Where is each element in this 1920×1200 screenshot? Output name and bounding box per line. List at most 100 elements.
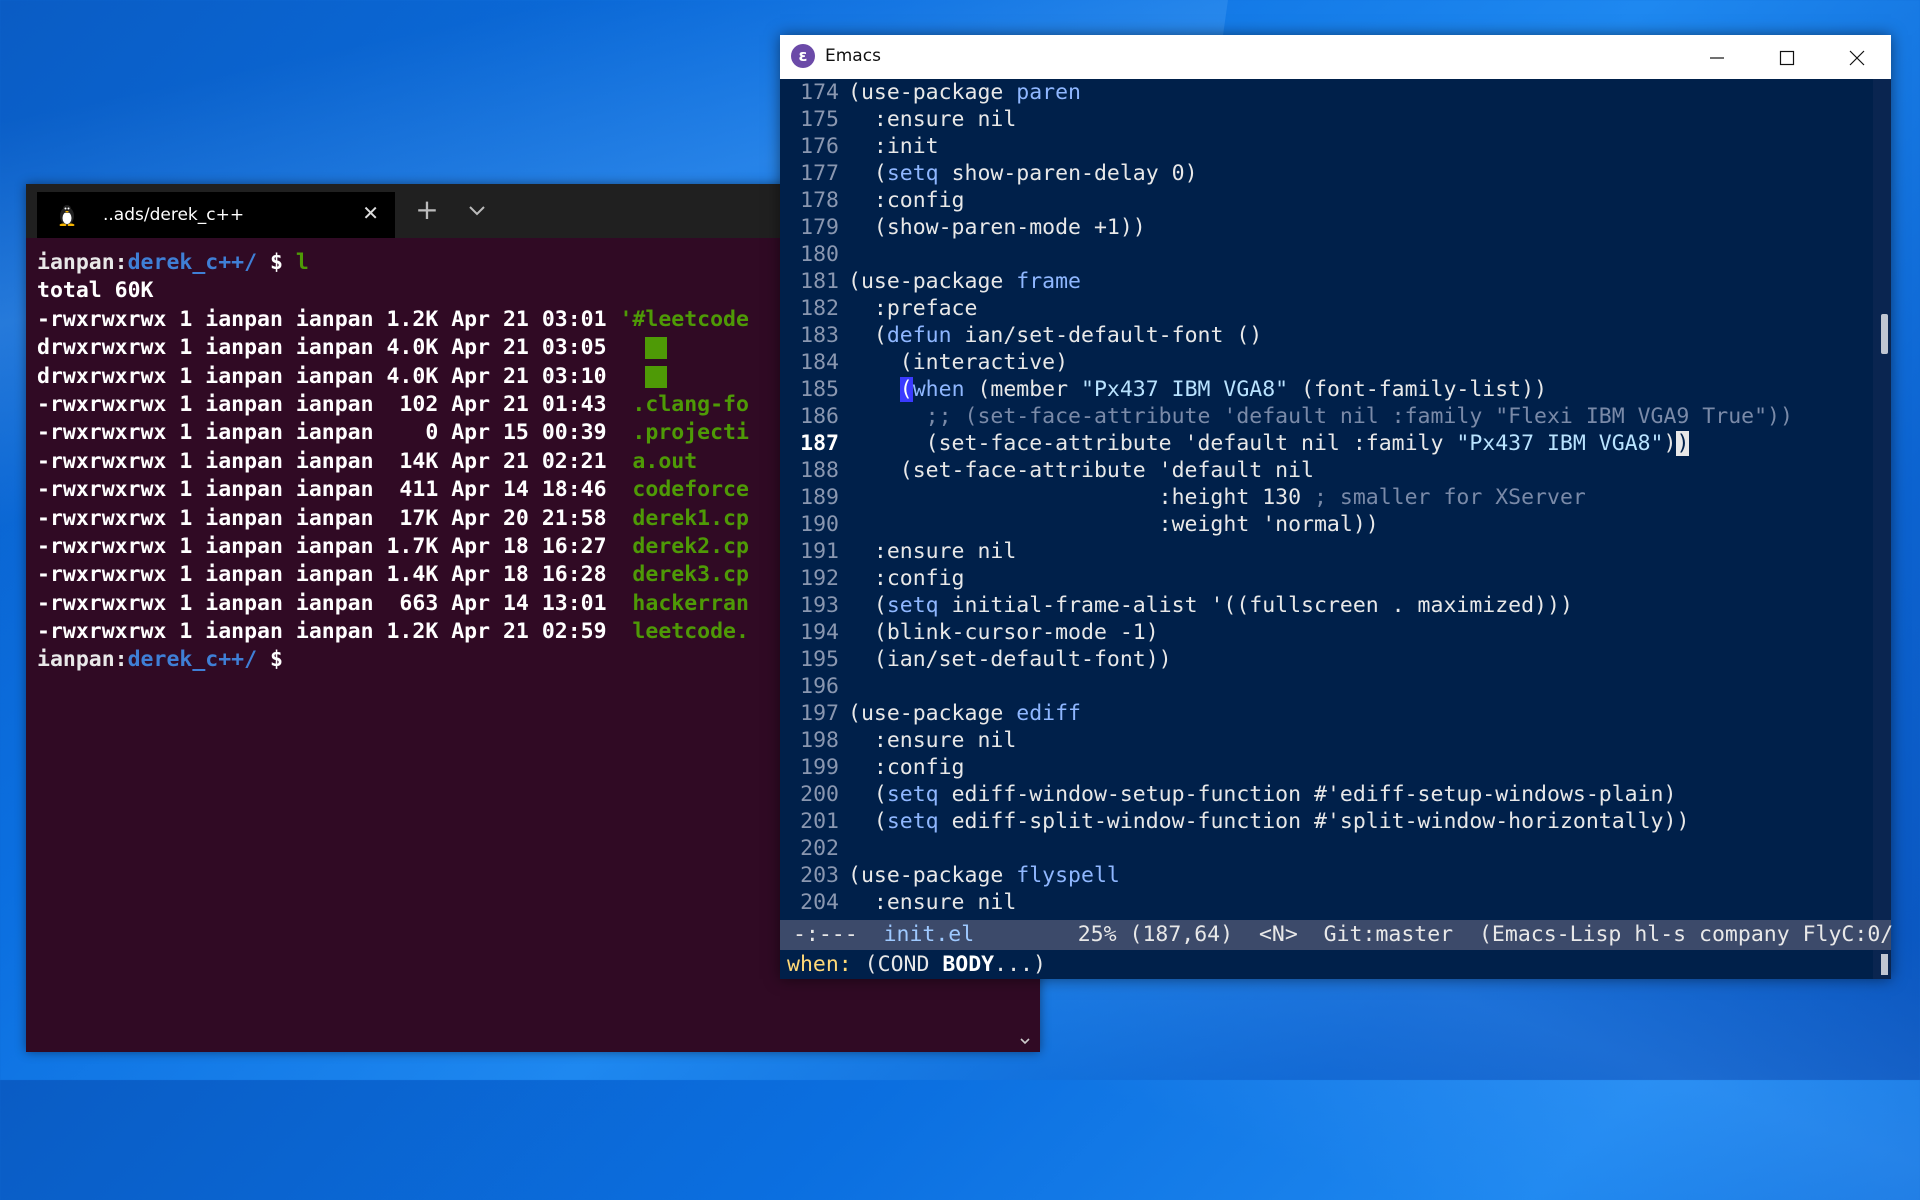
tab-title: ..ads/derek_c++	[103, 205, 245, 225]
code-line[interactable]: 200 (setq ediff-window-setup-function #'…	[780, 781, 1873, 808]
file-meta: -rwxrwxrwx 1 ianpan ianpan 663 Apr 14 13…	[37, 590, 620, 616]
code-line[interactable]: 187 (set-face-attribute 'default nil :fa…	[780, 430, 1873, 457]
code-keyword: paren	[1016, 80, 1082, 105]
code-line[interactable]: 180	[780, 241, 1873, 268]
tab-dropdown-button[interactable]	[460, 196, 494, 226]
emacs-logo-icon: ε	[791, 44, 815, 68]
linux-penguin-icon	[59, 205, 75, 226]
code-line[interactable]: 174 (use-package paren	[780, 79, 1873, 106]
terminal-tab[interactable]: ..ads/derek_c++ ✕	[37, 192, 395, 238]
code-line[interactable]: 194 (blink-cursor-mode -1)	[780, 619, 1873, 646]
file-name[interactable]: derek2.cp	[619, 534, 749, 559]
minibuffer-scrollbar[interactable]	[1873, 950, 1891, 979]
code-editor[interactable]: 174 (use-package paren 175 :ensure nil 176 …	[780, 79, 1873, 956]
line-number: 184	[800, 350, 839, 375]
code-line[interactable]: 182 :preface	[780, 295, 1873, 322]
code-line[interactable]: 181 (use-package frame	[780, 268, 1873, 295]
code-line[interactable]: 186 ;; (set-face-attribute 'default nil …	[780, 403, 1873, 430]
file-meta: -rwxrwxrwx 1 ianpan ianpan 14K Apr 21 02…	[37, 448, 620, 474]
code-line[interactable]: 184 (interactive)	[780, 349, 1873, 376]
line-number: 195	[800, 647, 839, 672]
line-number: 180	[800, 242, 839, 267]
file-name[interactable]: '#leetcode	[619, 307, 748, 332]
close-icon	[1849, 50, 1865, 66]
maximize-button[interactable]	[1751, 35, 1821, 79]
code-text: (interactive)	[848, 350, 1069, 375]
scrollbar-thumb[interactable]	[1881, 954, 1888, 975]
file-name[interactable]: derek3.cp	[619, 562, 749, 587]
code-line[interactable]: 179 (show-paren-mode +1))	[780, 214, 1873, 241]
eldoc-signature-end: ...)	[994, 952, 1046, 977]
code-line[interactable]: 188 (set-face-attribute 'default nil	[780, 457, 1873, 484]
tab-close-icon[interactable]: ✕	[362, 201, 379, 225]
code-text: (use-package	[848, 80, 1017, 105]
scrollbar-thumb[interactable]	[1881, 314, 1888, 354]
line-number: 188	[800, 458, 839, 483]
line-number: 203	[800, 863, 839, 888]
file-name[interactable]: hackerran	[619, 591, 749, 616]
code-line[interactable]: 191 :ensure nil	[780, 538, 1873, 565]
mode-line[interactable]: -:--- init.el 25% (187,64) <N> Git:maste…	[780, 920, 1893, 950]
code-line[interactable]: 202	[780, 835, 1873, 862]
code-keyword: setq	[886, 782, 939, 807]
code-line[interactable]: 176 :init	[780, 133, 1873, 160]
code-line[interactable]: 198 :ensure nil	[780, 727, 1873, 754]
line-number: 192	[800, 566, 839, 591]
line-number: 204	[800, 890, 839, 915]
code-line[interactable]: 199 :config	[780, 754, 1873, 781]
line-number: 198	[800, 728, 839, 753]
code-line[interactable]: 190 :weight 'normal))	[780, 511, 1873, 538]
file-name[interactable]: leetcode.	[619, 619, 749, 644]
file-name[interactable]: codeforce	[619, 477, 749, 502]
line-number: 181	[800, 269, 839, 294]
code-text: (blink-cursor-mode -1)	[848, 620, 1159, 645]
prompt-symbol: $	[257, 647, 296, 673]
window-title: Emacs	[825, 46, 881, 66]
code-line[interactable]: 196	[780, 673, 1873, 700]
prompt-user: ianpan:	[37, 250, 128, 275]
code-keyword: flyspell	[1016, 863, 1120, 888]
code-line[interactable]: 185 (when (member "Px437 IBM VGA8" (font…	[780, 376, 1873, 403]
command-text: l	[295, 250, 309, 275]
code-text: (	[848, 809, 887, 834]
eldoc-function-name: when:	[787, 952, 852, 977]
mode-line-buffer-name[interactable]: init.el	[884, 922, 975, 947]
code-line[interactable]: 177 (setq show-paren-delay 0)	[780, 160, 1873, 187]
eldoc-signature: (COND	[851, 952, 943, 977]
line-number: 175	[800, 107, 839, 132]
code-line[interactable]: 192 :config	[780, 565, 1873, 592]
code-string: "Px437 IBM VGA8"	[1456, 431, 1664, 456]
code-line[interactable]: 203 (use-package flyspell	[780, 862, 1873, 889]
directory-highlight	[645, 337, 668, 360]
code-text: initial-frame-alist '((fullscreen . maxi…	[938, 593, 1573, 618]
line-number: 201	[800, 809, 839, 834]
code-line[interactable]: 189 :height 130 ; smaller for XServer	[780, 484, 1873, 511]
close-button[interactable]	[1821, 35, 1891, 79]
code-line[interactable]: 193 (setq initial-frame-alist '((fullscr…	[780, 592, 1873, 619]
code-line[interactable]: 195 (ian/set-default-font))	[780, 646, 1873, 673]
code-line[interactable]: 197 (use-package ediff	[780, 700, 1873, 727]
new-tab-button[interactable]: +	[409, 193, 445, 229]
emacs-titlebar[interactable]: ε Emacs	[780, 35, 1891, 79]
file-meta: -rwxrwxrwx 1 ianpan ianpan 411 Apr 14 18…	[37, 477, 620, 503]
line-number: 191	[800, 539, 839, 564]
code-text: (use-package	[848, 701, 1017, 726]
file-name[interactable]: .clang-fo	[619, 392, 749, 417]
code-line[interactable]: 204 :ensure nil	[780, 889, 1873, 916]
file-name[interactable]: .projecti	[619, 420, 749, 445]
code-line[interactable]: 183 (defun ian/set-default-font ()	[780, 322, 1873, 349]
code-line[interactable]: 178 :config	[780, 187, 1873, 214]
line-number: 194	[800, 620, 839, 645]
emacs-window[interactable]: ε Emacs 174 (use-package paren 175 :ensure…	[780, 35, 1893, 979]
code-line[interactable]: 201 (setq ediff-split-window-function #'…	[780, 808, 1873, 835]
editor-scrollbar[interactable]	[1873, 79, 1891, 956]
minibuffer[interactable]: when: (COND BODY...)	[780, 950, 1873, 979]
eldoc-current-arg: BODY	[942, 952, 995, 977]
code-line[interactable]: 175 :ensure nil	[780, 106, 1873, 133]
file-name[interactable]: a.out	[619, 449, 697, 474]
line-number: 178	[800, 188, 839, 213]
file-name[interactable]: derek1.cp	[619, 506, 749, 531]
scroll-down-icon[interactable]	[1018, 1034, 1032, 1048]
minimize-button[interactable]	[1681, 35, 1751, 79]
file-meta: -rwxrwxrwx 1 ianpan ianpan 1.2K Apr 21 0…	[37, 619, 620, 645]
